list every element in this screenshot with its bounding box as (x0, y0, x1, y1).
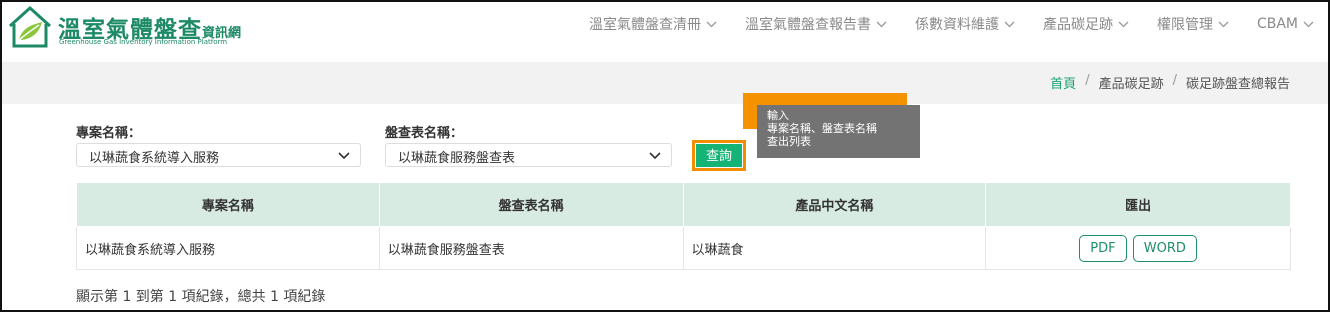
breadcrumb-home-link[interactable]: 首頁 (1050, 73, 1076, 92)
site-header: 溫室氣體盤查資訊網 Greenhouse Gas Inventory Infor… (2, 2, 1328, 62)
cell-project: 以琳蔬食系統導入服務 (76, 226, 380, 270)
table-row: 以琳蔬食系統導入服務 以琳蔬食服務盤查表 以琳蔬食 PDF WORD (76, 226, 1291, 270)
export-word-button[interactable]: WORD (1132, 234, 1197, 262)
cell-export: PDF WORD (985, 226, 1291, 270)
chevron-down-icon (1004, 21, 1015, 27)
breadcrumb-bar: 首頁 / 產品碳足跡 / 碳足跡盤查總報告 (2, 62, 1328, 104)
breadcrumb: 首頁 / 產品碳足跡 / 碳足跡盤查總報告 (1050, 73, 1290, 92)
nav-item-label: CBAM (1256, 16, 1298, 32)
column-header-project[interactable]: 專案名稱 (76, 182, 380, 227)
leaf-house-logo-icon[interactable] (6, 4, 54, 50)
table-header-row: 專案名稱 盤查表名稱 產品中文名稱 匯出 (76, 182, 1291, 227)
nav-item-inventory-report[interactable]: 溫室氣體盤查報告書 (731, 14, 901, 34)
chevron-down-icon (876, 21, 887, 27)
breadcrumb-separator: / (1085, 73, 1090, 88)
chevron-down-icon (1118, 21, 1129, 27)
nav-item-coefficient[interactable]: 係數資料維護 (901, 14, 1029, 34)
query-button-highlight: 查詢 (692, 140, 746, 171)
cell-sheet: 以琳蔬食服務盤查表 (378, 226, 684, 270)
sheet-name-label: 盤查表名稱： (385, 126, 464, 141)
nav-item-label: 係數資料維護 (914, 17, 999, 33)
nav-item-label: 溫室氣體盤查清冊 (588, 17, 701, 33)
sheet-name-select[interactable]: 以琳蔬食服務盤查表 (385, 143, 672, 167)
main-nav: 溫室氣體盤查清冊 溫室氣體盤查報告書 係數資料維護 產品碳足跡 權限管理 CBA… (575, 14, 1328, 34)
chevron-down-icon (649, 152, 661, 160)
column-header-export: 匯出 (985, 182, 1291, 227)
brand-subtitle: Greenhouse Gas Inventory Information Pla… (59, 38, 228, 46)
project-name-label: 專案名稱： (76, 126, 142, 141)
report-table: 專案名稱 盤查表名稱 產品中文名稱 匯出 以琳蔬食系統導入服務 以琳蔬食服務盤查… (76, 182, 1291, 270)
project-name-select-value: 以琳蔬食系統導入服務 (89, 151, 220, 166)
breadcrumb-separator: / (1172, 73, 1177, 88)
nav-item-label: 權限管理 (1156, 17, 1213, 33)
nav-item-cbam[interactable]: CBAM (1243, 14, 1328, 34)
cell-product: 以琳蔬食 (682, 226, 987, 270)
pagination-summary: 顯示第 1 到第 1 項紀錄，總共 1 項紀錄 (76, 289, 326, 305)
page-frame: 溫室氣體盤查資訊網 Greenhouse Gas Inventory Infor… (0, 0, 1330, 312)
export-pdf-button[interactable]: PDF (1079, 234, 1127, 262)
project-name-select[interactable]: 以琳蔬食系統導入服務 (76, 143, 361, 167)
column-header-sheet[interactable]: 盤查表名稱 (378, 182, 684, 227)
chevron-down-icon (1218, 21, 1229, 27)
query-button[interactable]: 查詢 (696, 144, 742, 167)
nav-item-label: 產品碳足跡 (1042, 17, 1113, 33)
breadcrumb-item-carbon-footprint[interactable]: 產品碳足跡 (1099, 73, 1164, 92)
nav-item-inventory-list[interactable]: 溫室氣體盤查清冊 (575, 14, 731, 34)
chevron-down-icon (706, 21, 717, 27)
sheet-name-select-value: 以琳蔬食服務盤查表 (398, 151, 516, 166)
nav-item-carbon-footprint[interactable]: 產品碳足跡 (1029, 14, 1143, 34)
annotation-tooltip: 輸入 專案名稱、盤查表名稱 查出列表 (757, 105, 920, 158)
chevron-down-icon (1303, 21, 1314, 27)
breadcrumb-item-current: 碳足跡盤查總報告 (1185, 77, 1290, 92)
column-header-product[interactable]: 產品中文名稱 (682, 182, 987, 227)
chevron-down-icon (338, 152, 350, 160)
nav-item-label: 溫室氣體盤查報告書 (744, 17, 871, 33)
nav-item-permissions[interactable]: 權限管理 (1143, 14, 1243, 34)
